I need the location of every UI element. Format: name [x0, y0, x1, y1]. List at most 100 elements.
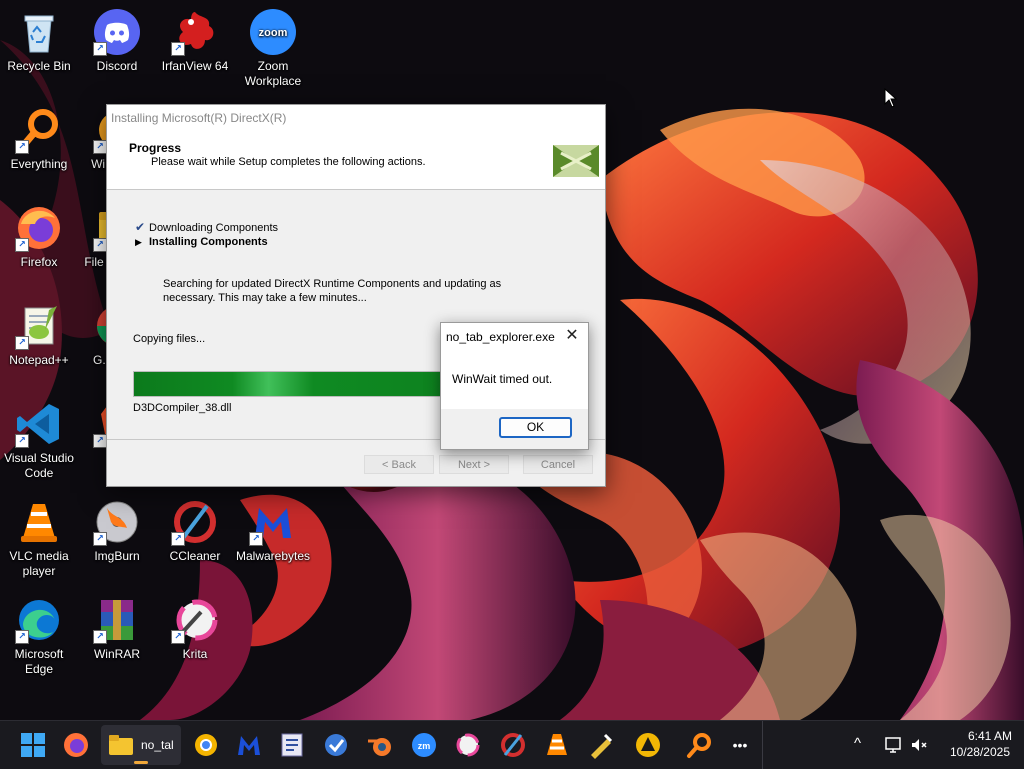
directx-logo-icon — [551, 141, 601, 181]
file-explorer-icon — [109, 735, 133, 755]
zoom-icon: zm — [412, 733, 436, 757]
taskbar-active-explorer[interactable]: no_tal — [101, 725, 181, 765]
desktop-icon-label: Discord — [96, 59, 138, 73]
taskbar-chrome[interactable] — [192, 731, 220, 759]
shortcut-arrow-icon: ↗ — [249, 532, 263, 546]
desktop-icon-notepadpp[interactable]: ↗ Notepad++ — [1, 300, 77, 392]
malwarebytes-icon: ↗ — [249, 498, 297, 546]
desktop-icon-label: Zoom Workplace — [244, 59, 302, 88]
step-label: Installing Components — [149, 236, 268, 248]
shortcut-arrow-icon: ↗ — [15, 238, 29, 252]
chevron-up-icon[interactable]: ^ — [854, 735, 861, 752]
ccleaner-icon: ↗ — [171, 498, 219, 546]
installer-titlebar[interactable]: Installing Microsoft(R) DirectX(R) — [107, 105, 605, 131]
desktop-icon-recycle-bin[interactable]: Recycle Bin — [1, 6, 77, 98]
desktop-icon-ccleaner[interactable]: ↗ CCleaner — [157, 496, 233, 588]
malwarebytes-icon — [238, 736, 260, 755]
desktop-icon-everything[interactable]: ↗ Everything — [1, 104, 77, 196]
network-icon[interactable] — [884, 736, 902, 754]
taskbar-aimp[interactable] — [634, 731, 662, 759]
desktop-icon-krita[interactable]: ↗ Krita — [157, 594, 233, 686]
mouse-cursor-icon — [884, 88, 898, 108]
start-button[interactable] — [19, 731, 47, 759]
shortcut-arrow-icon: ↗ — [171, 532, 185, 546]
shortcut-arrow-icon: ↗ — [93, 532, 107, 546]
volume-muted-icon[interactable] — [910, 736, 928, 754]
notepadpp-icon: ↗ — [15, 302, 63, 350]
shortcut-arrow-icon: ↗ — [93, 238, 107, 252]
more-apps-button[interactable]: ••• — [726, 731, 754, 759]
cancel-button[interactable]: Cancel — [523, 455, 593, 474]
winrar-icon: ↗ — [93, 596, 141, 644]
everything-icon — [687, 733, 711, 758]
current-file-name: D3DCompiler_38.dll — [133, 402, 232, 414]
tools-icon — [591, 733, 613, 759]
desktop-icon-irfanview[interactable]: ↗ IrfanView 64 — [157, 6, 233, 98]
desktop-icon-label: VLC media player — [9, 549, 69, 578]
taskbar: no_tal zm ••• ^ 6:41 AM 10/28/2025 — [0, 720, 1024, 769]
vlc-icon — [547, 734, 567, 755]
step-installing: ▶ Installing Components — [135, 236, 268, 248]
shortcut-arrow-icon: ↗ — [93, 140, 107, 154]
desktop-icon-vscode[interactable]: ↗ Visual Studio Code — [1, 398, 77, 490]
vlc-icon — [15, 498, 63, 546]
next-button[interactable]: Next > — [439, 455, 509, 474]
clock-date[interactable]: 10/28/2025 — [940, 745, 1010, 759]
taskbar-ccleaner[interactable] — [499, 731, 527, 759]
zoom-icon: zoom — [249, 8, 297, 56]
taskbar-window-label: no_tal — [141, 738, 174, 752]
message-box-title: no_tab_explorer.exe — [446, 330, 555, 344]
shortcut-arrow-icon: ↗ — [93, 630, 107, 644]
desktop-icon-imgburn[interactable]: ↗ ImgBurn — [79, 496, 155, 588]
app-icon — [281, 733, 303, 757]
taskbar-vlc[interactable] — [543, 731, 571, 759]
desktop-icon-winrar[interactable]: ↗ WinRAR — [79, 594, 155, 686]
taskbar-krita[interactable] — [454, 731, 482, 759]
ccleaner-icon — [501, 733, 525, 757]
message-text: WinWait timed out. — [452, 372, 553, 386]
checkmark-icon: ✔ — [135, 220, 146, 234]
desktop-icon-malwarebytes[interactable]: ↗ Malwarebytes — [235, 496, 311, 588]
taskbar-tools[interactable] — [587, 731, 615, 759]
taskbar-malwarebytes[interactable] — [235, 731, 263, 759]
close-icon[interactable]: ✕ — [562, 326, 582, 346]
taskbar-app[interactable] — [278, 731, 306, 759]
current-step-arrow-icon: ▶ — [135, 237, 142, 247]
taskbar-blender[interactable] — [366, 731, 394, 759]
message-box-titlebar[interactable]: no_tab_explorer.exe ✕ — [441, 323, 588, 350]
desktop-icon-discord[interactable]: ↗ Discord — [79, 6, 155, 98]
desktop-icon-label: Recycle Bin — [7, 59, 71, 73]
desktop-icon-vlc[interactable]: VLC media player — [1, 496, 77, 588]
desktop-icon-label: WinRAR — [93, 647, 140, 661]
desktop-icon-edge[interactable]: ↗ Microsoft Edge — [1, 594, 77, 686]
shortcut-arrow-icon: ↗ — [93, 434, 107, 448]
desktop-icon-label: Krita — [182, 647, 208, 661]
back-button[interactable]: < Back — [364, 455, 434, 474]
desktop-icon-label: Microsoft Edge — [14, 647, 64, 676]
krita-icon: ↗ — [171, 596, 219, 644]
installer-description: Searching for updated DirectX Runtime Co… — [163, 278, 502, 304]
step-downloading: ✔ Downloading Components — [135, 220, 278, 234]
shortcut-arrow-icon: ↗ — [15, 630, 29, 644]
winwait-message-box[interactable]: no_tab_explorer.exe ✕ WinWait timed out.… — [440, 322, 589, 450]
desktop-icon-firefox[interactable]: ↗ Firefox — [1, 202, 77, 294]
taskbar-security[interactable] — [322, 731, 350, 759]
desktop-icon-zoom[interactable]: zoom Zoom Workplace — [235, 6, 311, 98]
shortcut-arrow-icon: ↗ — [15, 336, 29, 350]
imgburn-icon: ↗ — [93, 498, 141, 546]
taskbar-zoom[interactable]: zm — [410, 731, 438, 759]
zoom-app-text: zm — [418, 741, 431, 751]
desktop-icon-label: Notepad++ — [9, 353, 69, 367]
taskbar-everything[interactable] — [685, 731, 713, 759]
recycle-bin-icon — [15, 8, 63, 56]
clock-time[interactable]: 6:41 AM — [952, 729, 1012, 743]
taskbar-firefox[interactable] — [62, 731, 90, 759]
edge-icon: ↗ — [15, 596, 63, 644]
progress-subtitle: Please wait while Setup completes the fo… — [151, 156, 426, 168]
windows-start-icon — [21, 733, 45, 757]
step-label: Downloading Components — [149, 222, 279, 234]
desktop-icon-label: CCleaner — [169, 549, 221, 563]
installer-header: Progress Please wait while Setup complet… — [107, 131, 605, 190]
shortcut-arrow-icon: ↗ — [93, 42, 107, 56]
ok-button[interactable]: OK — [499, 417, 572, 438]
